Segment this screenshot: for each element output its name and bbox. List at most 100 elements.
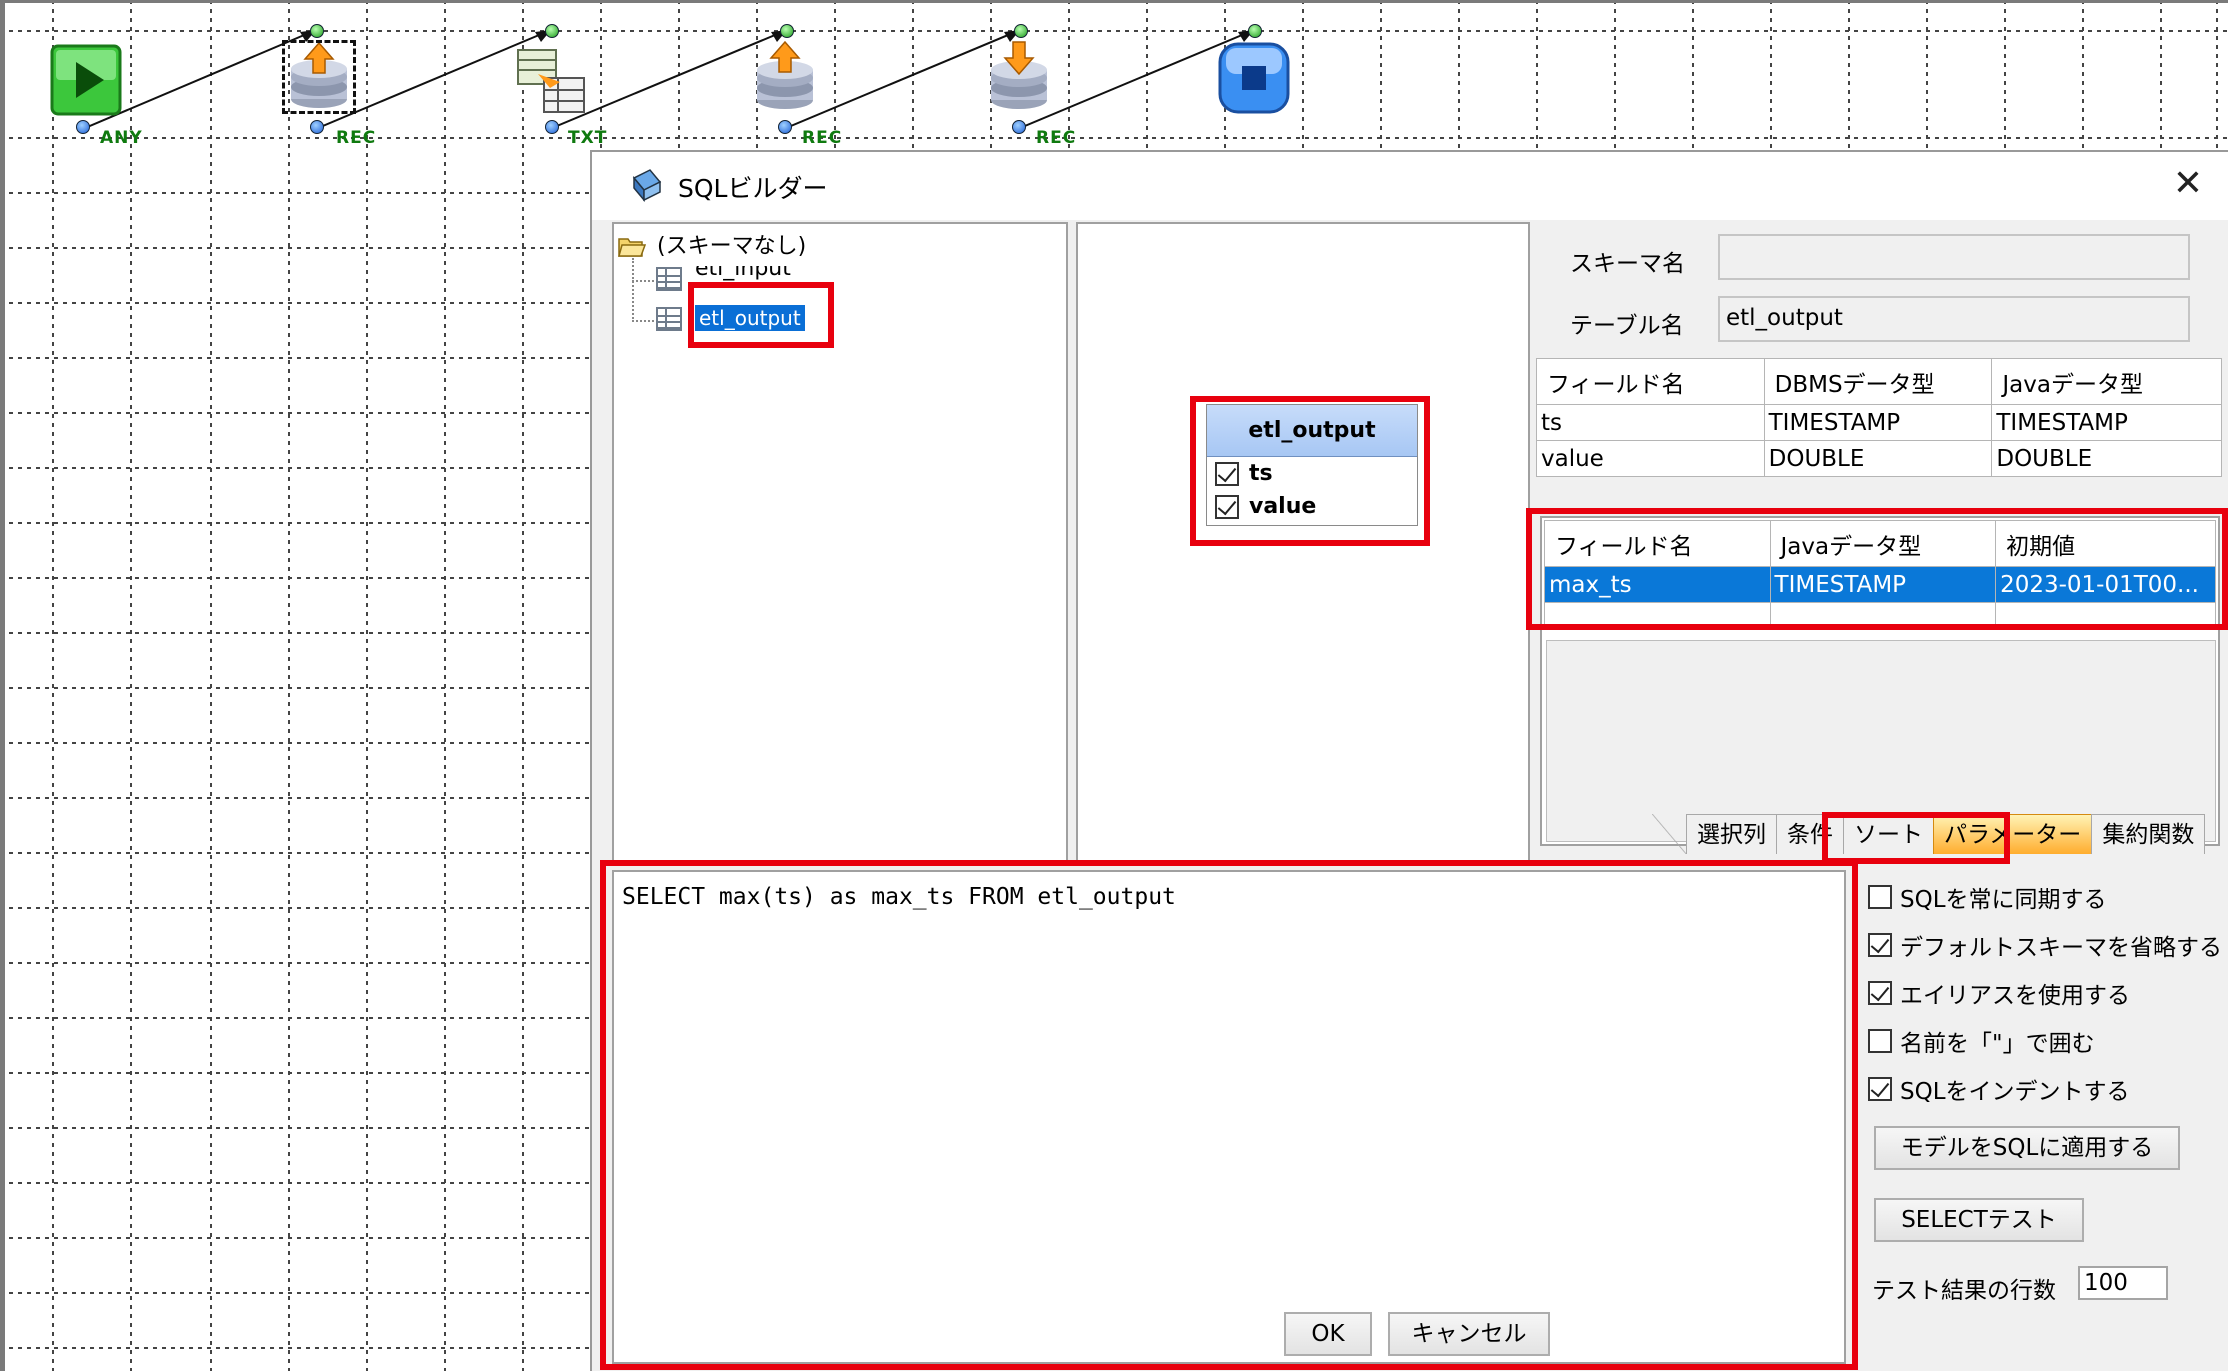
tab-parameters[interactable]: パラメーター <box>1933 814 2093 854</box>
grid-line <box>52 0 54 1371</box>
option-label: SQLをインデントする <box>1900 1079 2130 1105</box>
tree-root-label: (スキーマなし) <box>657 234 807 259</box>
canvas-border <box>0 0 5 1371</box>
tree-item-etl-output[interactable]: etl_output <box>656 305 805 331</box>
tab-conditions[interactable]: 条件 <box>1776 814 1844 854</box>
input-port-icon[interactable] <box>780 24 794 38</box>
database-download-icon <box>991 41 1047 109</box>
grid-line <box>288 0 290 1371</box>
tree-connector <box>632 280 654 282</box>
stop-node[interactable] <box>1218 42 1292 116</box>
grid-line <box>366 0 368 1371</box>
apply-model-button[interactable]: モデルをSQLに適用する <box>1874 1126 2180 1170</box>
output-port-icon[interactable] <box>310 120 324 134</box>
table-icon <box>656 267 682 291</box>
table-row[interactable]: max_ts TIMESTAMP 2023-01-01T00... <box>1544 566 2216 603</box>
table-cell: TIMESTAMP <box>1763 404 1993 441</box>
table-name-field[interactable]: etl_output <box>1718 296 2190 342</box>
tree-item-etl-input[interactable]: etl_input <box>656 266 791 292</box>
option-label: エイリアスを使用する <box>1900 983 2130 1009</box>
node-port-label: TXT <box>568 128 608 148</box>
input-port-icon[interactable] <box>545 24 559 38</box>
entity-field-label: ts <box>1249 461 1273 486</box>
folder-open-icon <box>618 238 646 257</box>
db-read-node[interactable] <box>282 40 356 114</box>
table-cell: ts <box>1536 404 1765 441</box>
tree-connector <box>632 258 634 322</box>
tab-aggregate-functions[interactable]: 集約関数 <box>2091 814 2206 854</box>
select-test-button[interactable]: SELECTテスト <box>1874 1198 2084 1242</box>
option-checkbox[interactable] <box>1868 981 1892 1005</box>
stop-icon <box>1218 42 1290 114</box>
option-checkbox[interactable] <box>1868 933 1892 957</box>
output-port-icon[interactable] <box>545 120 559 134</box>
option-quote-names[interactable]: 名前を「"」で囲む <box>1868 1024 2095 1058</box>
db-download-node[interactable] <box>984 40 1058 114</box>
table-cell[interactable]: TIMESTAMP <box>1769 566 1997 603</box>
option-checkbox[interactable] <box>1868 885 1892 909</box>
column-header[interactable]: Javaデータ型 <box>1991 358 2222 405</box>
column-header[interactable]: DBMSデータ型 <box>1763 358 1993 405</box>
table-cell[interactable] <box>1769 602 1997 629</box>
option-checkbox[interactable] <box>1868 1029 1892 1053</box>
input-port-icon[interactable] <box>310 24 324 38</box>
ok-button[interactable]: OK <box>1284 1312 1372 1356</box>
field-checkbox[interactable] <box>1215 494 1239 519</box>
table-name-label: テーブル名 <box>1570 313 1684 339</box>
start-node[interactable] <box>50 44 124 118</box>
table-cell[interactable] <box>1995 602 2216 629</box>
options-footer-bg <box>1858 1300 2228 1371</box>
table-row[interactable] <box>1544 602 2216 629</box>
table-entity-box[interactable]: etl_output ts value <box>1206 404 1418 526</box>
option-label: 名前を「"」で囲む <box>1900 1031 2095 1057</box>
entity-field-ts[interactable]: ts <box>1207 457 1417 490</box>
grid-line <box>444 0 446 1371</box>
output-port-icon[interactable] <box>76 120 90 134</box>
grid-line <box>522 0 524 1371</box>
entity-field-value[interactable]: value <box>1207 490 1417 523</box>
test-rows-input[interactable]: 100 <box>2078 1266 2168 1300</box>
title-bar[interactable]: SQLビルダー ✕ <box>592 152 2228 220</box>
node-port-label: REC <box>336 128 377 148</box>
dialog-title: SQLビルダー <box>678 174 828 203</box>
field-checkbox[interactable] <box>1215 461 1239 486</box>
close-icon[interactable]: ✕ <box>2168 164 2208 204</box>
builder-tabs: 選択列 条件 ソート パラメーター 集約関数 <box>1652 810 2206 854</box>
table-cell: value <box>1536 440 1765 477</box>
option-indent-sql[interactable]: SQLをインデントする <box>1868 1072 2130 1106</box>
tree-root[interactable]: (スキーマなし) <box>618 228 806 260</box>
table-cell[interactable]: max_ts <box>1544 566 1771 603</box>
schema-name-field[interactable] <box>1718 234 2190 280</box>
output-port-icon[interactable] <box>778 120 792 134</box>
table-cell[interactable]: 2023-01-01T00... <box>1995 566 2216 603</box>
option-use-alias[interactable]: エイリアスを使用する <box>1868 976 2130 1010</box>
entity-title: etl_output <box>1207 405 1417 457</box>
cancel-button[interactable]: キャンセル <box>1388 1312 1550 1356</box>
tab-select-columns[interactable]: 選択列 <box>1686 814 1777 854</box>
table-cell: DOUBLE <box>1763 440 1993 477</box>
input-port-icon[interactable] <box>1248 24 1262 38</box>
database-upload-icon <box>757 40 813 109</box>
schema-tree[interactable]: (スキーマなし) etl_input etl_output <box>612 222 1068 862</box>
output-port-icon[interactable] <box>1012 120 1026 134</box>
text-node[interactable] <box>516 44 590 118</box>
option-sync-sql[interactable]: SQLを常に同期する <box>1868 880 2107 914</box>
sql-editor[interactable]: SELECT max(ts) as max_ts FROM etl_output <box>612 870 1846 1364</box>
column-header[interactable]: フィールド名 <box>1544 520 1771 567</box>
option-omit-default-schema[interactable]: デフォルトスキーマを省略する <box>1868 928 2222 962</box>
column-header[interactable]: フィールド名 <box>1536 358 1765 405</box>
option-checkbox[interactable] <box>1868 1077 1892 1101</box>
input-port-icon[interactable] <box>1014 24 1028 38</box>
fields-table: フィールド名 DBMSデータ型 Javaデータ型 ts TIMESTAMP TI… <box>1536 358 2222 477</box>
table-convert-icon <box>517 49 585 113</box>
play-icon <box>50 44 122 116</box>
db-upload-node[interactable] <box>750 40 824 114</box>
table-row[interactable]: ts TIMESTAMP TIMESTAMP <box>1536 404 2222 441</box>
table-cell[interactable] <box>1544 602 1771 629</box>
column-header[interactable]: 初期値 <box>1995 520 2216 567</box>
column-header[interactable]: Javaデータ型 <box>1769 520 1997 567</box>
table-row[interactable]: value DOUBLE DOUBLE <box>1536 440 2222 477</box>
table-diagram-panel[interactable] <box>1076 222 1530 862</box>
schema-name-label: スキーマ名 <box>1570 251 1685 277</box>
tab-sort[interactable]: ソート <box>1843 814 1934 854</box>
